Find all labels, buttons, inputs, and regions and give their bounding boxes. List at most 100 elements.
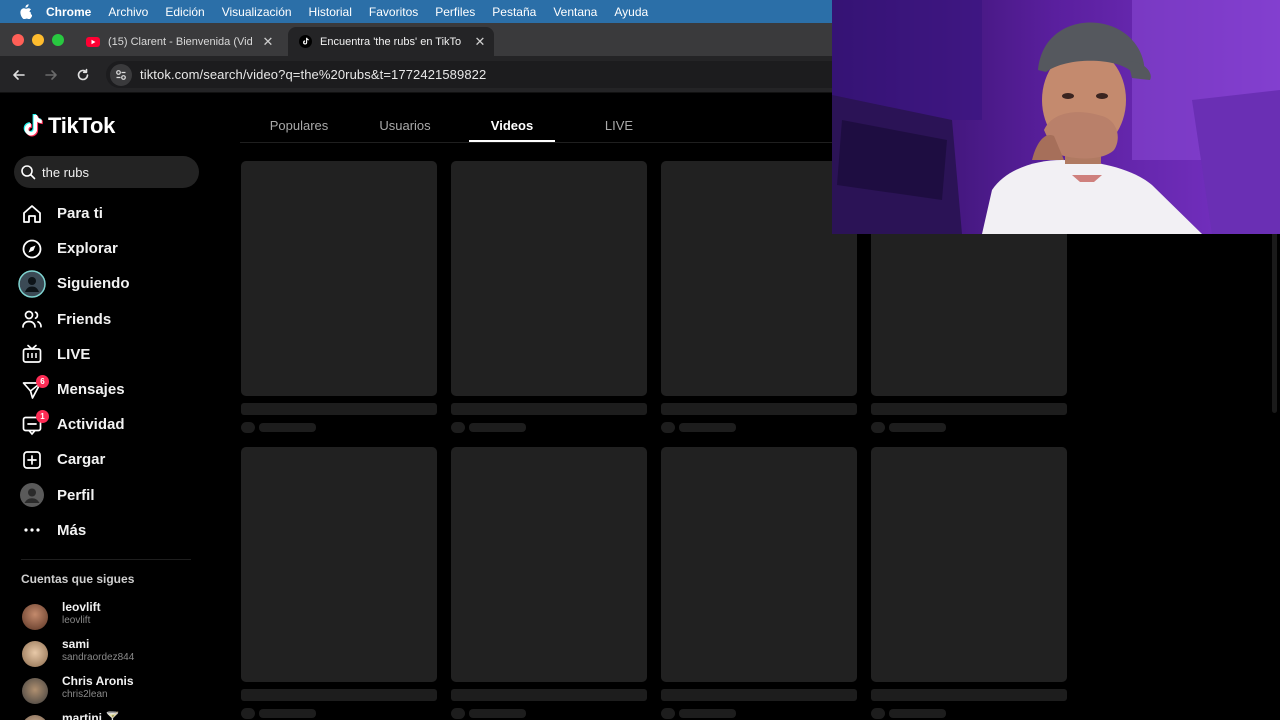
video-card-skeleton[interactable] — [661, 161, 857, 433]
sidebar-item-friends[interactable]: Friends — [16, 302, 206, 337]
sidebar-item-cargar[interactable]: Cargar — [16, 442, 206, 477]
avatar-placeholder — [241, 708, 255, 719]
browser-tab-youtube[interactable]: (15) Clarent - Bienvenida (Vid ✕ — [76, 27, 282, 56]
avatar — [22, 678, 48, 704]
menu-edicion[interactable]: Edición — [165, 5, 204, 19]
youtube-icon — [86, 35, 100, 49]
account-name: Chris Aronis — [62, 674, 134, 688]
menu-app-name[interactable]: Chrome — [46, 5, 91, 19]
menu-perfiles[interactable]: Perfiles — [435, 5, 475, 19]
account-name: leovlift — [62, 600, 101, 614]
minimize-window-button[interactable] — [32, 34, 44, 46]
sidebar-item-actividad[interactable]: 1 Actividad — [16, 407, 206, 442]
avatar-placeholder — [871, 422, 885, 433]
menu-ventana[interactable]: Ventana — [553, 5, 597, 19]
title-placeholder — [451, 403, 647, 415]
search-icon — [21, 165, 36, 180]
tab-live[interactable]: LIVE — [576, 111, 662, 142]
title-placeholder — [451, 689, 647, 701]
webcam-feed-image — [832, 0, 1280, 234]
more-icon — [16, 514, 48, 546]
sidebar-item-label: Siguiendo — [57, 275, 130, 293]
following-avatar-icon — [16, 268, 48, 300]
menu-ayuda[interactable]: Ayuda — [614, 5, 648, 19]
sidebar-item-label: Para ti — [57, 205, 103, 223]
avatar-placeholder — [451, 708, 465, 719]
title-placeholder — [661, 403, 857, 415]
close-tab-icon[interactable]: ✕ — [472, 34, 488, 50]
following-section-title: Cuentas que sigues — [21, 572, 135, 586]
tab-populares[interactable]: Populares — [256, 111, 342, 142]
avatar-placeholder — [871, 708, 885, 719]
avatar-placeholder — [661, 422, 675, 433]
back-icon[interactable] — [9, 65, 29, 85]
search-result-tabs: Populares Usuarios Videos LIVE — [240, 111, 840, 143]
sidebar-item-perfil[interactable]: Perfil — [16, 478, 206, 513]
author-placeholder — [259, 423, 316, 432]
sidebar-item-mensajes[interactable]: 6 Mensajes — [16, 372, 206, 407]
sidebar-item-live[interactable]: LIVE — [16, 337, 206, 372]
video-card-skeleton[interactable] — [241, 161, 437, 433]
following-account[interactable]: Chris Aronis chris2lean — [22, 674, 202, 708]
tiktok-wordmark: TikTok — [48, 113, 116, 138]
menu-favoritos[interactable]: Favoritos — [369, 5, 418, 19]
sidebar-item-siguiendo[interactable]: Siguiendo — [16, 266, 206, 301]
sidebar-item-para-ti[interactable]: Para ti — [16, 196, 206, 231]
video-card-skeleton[interactable] — [661, 447, 857, 719]
upload-icon — [16, 444, 48, 476]
video-card-skeleton[interactable] — [451, 447, 647, 719]
zoom-window-button[interactable] — [52, 34, 64, 46]
tab-title: (15) Clarent - Bienvenida (Vid — [108, 35, 253, 48]
menu-pestana[interactable]: Pestaña — [492, 5, 536, 19]
tab-title: Encuentra 'the rubs' en TikTo — [320, 35, 462, 48]
close-window-button[interactable] — [12, 34, 24, 46]
avatar-placeholder — [661, 708, 675, 719]
video-thumbnail-placeholder — [451, 161, 647, 396]
site-settings-icon[interactable] — [110, 63, 132, 86]
author-placeholder — [679, 423, 736, 432]
close-tab-icon[interactable]: ✕ — [260, 34, 276, 50]
menu-historial[interactable]: Historial — [309, 5, 352, 19]
video-thumbnail-placeholder — [451, 447, 647, 682]
menu-visualizacion[interactable]: Visualización — [222, 5, 292, 19]
menu-archivo[interactable]: Archivo — [108, 5, 148, 19]
video-thumbnail-placeholder — [241, 447, 437, 682]
tiktok-favicon — [298, 35, 312, 49]
video-thumbnail-placeholder — [871, 447, 1067, 682]
search-value[interactable]: the rubs — [42, 165, 89, 180]
author-placeholder — [259, 709, 316, 718]
following-account[interactable]: leovlift leovlift — [22, 600, 202, 634]
apple-icon[interactable] — [18, 4, 32, 19]
tiktok-logo-icon — [23, 114, 43, 137]
author-placeholder — [469, 709, 526, 718]
title-placeholder — [241, 403, 437, 415]
video-card-skeleton[interactable] — [871, 447, 1067, 719]
home-icon — [16, 198, 48, 230]
sidebar-item-label: Perfil — [57, 486, 95, 504]
profile-icon — [16, 479, 48, 511]
tab-videos[interactable]: Videos — [469, 111, 555, 142]
reload-icon[interactable] — [73, 65, 93, 85]
sidebar-item-label: Cargar — [57, 451, 106, 469]
author-placeholder — [889, 709, 946, 718]
messages-badge: 6 — [36, 374, 49, 388]
title-placeholder — [871, 403, 1067, 415]
video-card-skeleton[interactable] — [241, 447, 437, 719]
title-placeholder — [661, 689, 857, 701]
sidebar-item-explorar[interactable]: Explorar — [16, 231, 206, 266]
following-account[interactable]: sami sandraordez844 — [22, 637, 202, 671]
tiktok-logo[interactable]: TikTok — [20, 113, 115, 139]
author-placeholder — [889, 423, 946, 432]
friends-icon — [16, 303, 48, 335]
tab-usuarios[interactable]: Usuarios — [362, 111, 448, 142]
video-card-skeleton[interactable] — [451, 161, 647, 433]
url-text[interactable]: tiktok.com/search/video?q=the%20rubs&t=1… — [140, 67, 486, 82]
account-name: martini 🍸 — [62, 711, 121, 720]
forward-icon[interactable] — [41, 65, 61, 85]
sidebar-item-label: Explorar — [57, 240, 118, 258]
search-input[interactable]: the rubs — [14, 156, 199, 188]
browser-tab-tiktok[interactable]: Encuentra 'the rubs' en TikTo ✕ — [288, 27, 494, 56]
following-account[interactable]: martini 🍸 — [22, 711, 202, 720]
video-thumbnail-placeholder — [241, 161, 437, 396]
sidebar-item-mas[interactable]: Más — [16, 513, 206, 548]
